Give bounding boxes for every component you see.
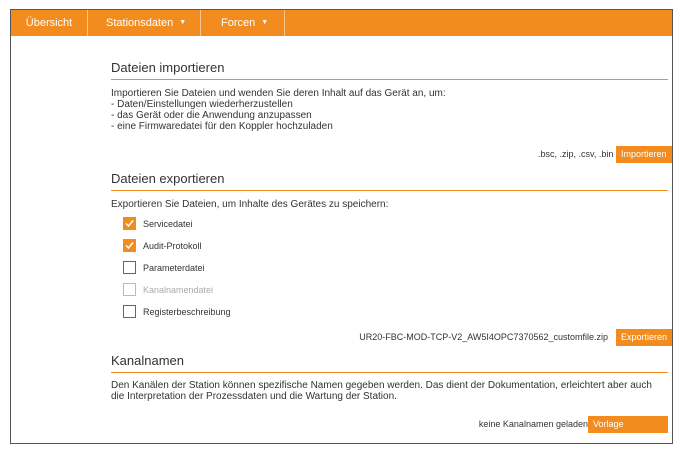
checkbox bbox=[123, 283, 136, 296]
channels-description: Den Kanälen der Station können spezifisc… bbox=[111, 380, 652, 391]
caret-down-icon: ▼ bbox=[261, 19, 269, 26]
export-option-register-description[interactable]: Registerbeschreibung bbox=[123, 305, 231, 318]
checkbox-label: Registerbeschreibung bbox=[143, 306, 231, 317]
export-intro: Exportieren Sie Dateien, um Inhalte des … bbox=[111, 199, 389, 210]
export-option-service-file[interactable]: Servicedatei bbox=[123, 217, 193, 230]
import-section-title: Dateien importieren bbox=[111, 60, 668, 80]
import-file-types: .bsc, .zip, .csv, .bin bbox=[538, 149, 614, 159]
channels-section-title: Kanalnamen bbox=[111, 353, 668, 373]
caret-down-icon: ▼ bbox=[179, 19, 187, 26]
checkbox[interactable] bbox=[123, 239, 136, 252]
nav-item-label: Forcen bbox=[221, 17, 256, 29]
channels-description: die Interpretation der Prozessdaten und … bbox=[111, 391, 397, 402]
checkbox[interactable] bbox=[123, 217, 136, 230]
nav-item-forcing[interactable]: Forcen ▼ bbox=[201, 10, 285, 36]
export-option-audit-log[interactable]: Audit-Protokoll bbox=[123, 239, 202, 252]
nav-item-overview[interactable]: Übersicht bbox=[11, 10, 88, 36]
checkmark-icon bbox=[125, 220, 134, 228]
export-option-parameter-file[interactable]: Parameterdatei bbox=[123, 261, 205, 274]
export-template-button[interactable]: Vorlage exportieren bbox=[588, 416, 668, 443]
checkbox-label: Kanalnamendatei bbox=[143, 284, 214, 295]
export-section-title: Dateien exportieren bbox=[111, 171, 668, 191]
import-button[interactable]: Importieren bbox=[616, 146, 672, 163]
nav-item-label: Übersicht bbox=[25, 17, 73, 29]
import-bullet: - das Gerät oder die Anwendung anzupasse… bbox=[111, 110, 312, 121]
export-option-channel-names-file: Kanalnamendatei bbox=[123, 283, 213, 296]
import-intro: Importieren Sie Dateien und wenden Sie d… bbox=[111, 88, 446, 99]
import-bullet: - eine Firmwaredatei für den Koppler hoc… bbox=[111, 121, 333, 132]
import-bullet: - Daten/Einstellungen wiederherzustellen bbox=[111, 99, 293, 110]
checkmark-icon bbox=[125, 242, 134, 250]
checkbox[interactable] bbox=[123, 305, 136, 318]
checkbox-label: Servicedatei bbox=[143, 218, 193, 229]
top-navbar: Übersicht Stationsdaten ▼ Forcen ▼ bbox=[11, 10, 672, 36]
nav-item-station-data[interactable]: Stationsdaten ▼ bbox=[88, 10, 201, 36]
checkbox-label: Audit-Protokoll bbox=[143, 240, 202, 251]
app-window: Übersicht Stationsdaten ▼ Forcen ▼ Datei… bbox=[10, 9, 673, 444]
nav-item-label: Stationsdaten bbox=[106, 17, 174, 29]
export-filename: UR20-FBC-MOD-TCP-V2_AW5I4OPC7370562_cust… bbox=[359, 332, 608, 342]
export-button[interactable]: Exportieren bbox=[616, 329, 672, 346]
checkbox[interactable] bbox=[123, 261, 136, 274]
checkbox-label: Parameterdatei bbox=[143, 262, 205, 273]
channels-status: keine Kanalnamen geladen bbox=[478, 419, 588, 429]
